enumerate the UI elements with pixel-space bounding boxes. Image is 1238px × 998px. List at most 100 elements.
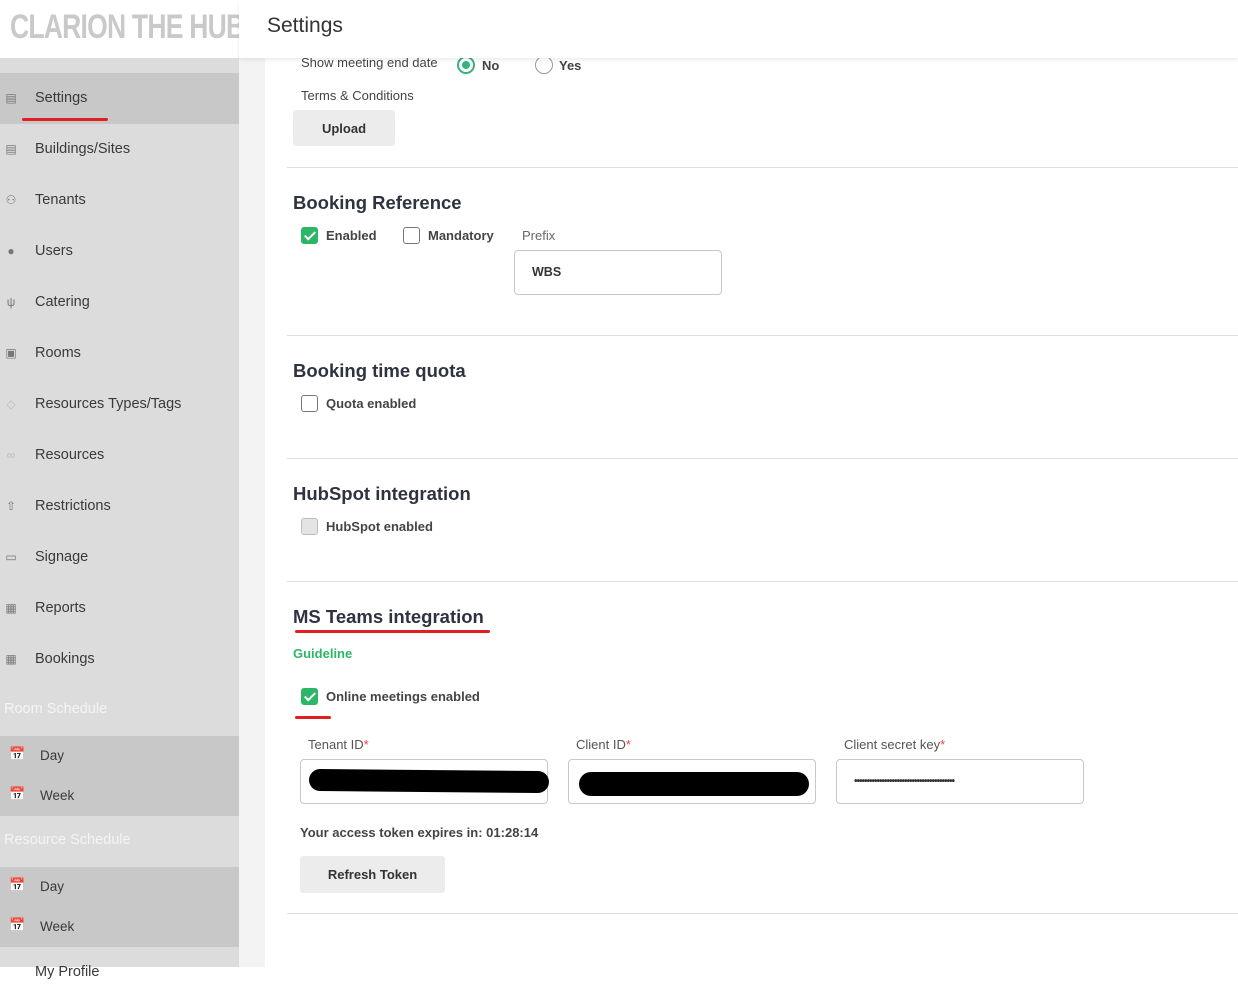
person-icon: ⚇ xyxy=(5,193,17,207)
sidebar-item-label: Restrictions xyxy=(35,498,111,514)
booking-reference-heading: Booking Reference xyxy=(293,192,462,213)
calendar-icon: 📅 xyxy=(9,877,26,892)
prefix-input[interactable]: WBS xyxy=(514,250,722,295)
online-meetings-label: Online meetings enabled xyxy=(326,689,480,704)
quota-enabled-checkbox[interactable] xyxy=(301,395,318,412)
quota-enabled-label: Quota enabled xyxy=(326,396,417,411)
sidebar-item-resources[interactable]: ∞ Resources xyxy=(0,430,239,481)
booking-reference-mandatory-label: Mandatory xyxy=(428,228,494,243)
online-meetings-checkbox[interactable] xyxy=(301,688,318,705)
sidebar-item-label: Tenants xyxy=(35,192,86,208)
booking-reference-enabled-checkbox[interactable] xyxy=(301,227,318,244)
sidebar-item-settings[interactable]: ▤ Settings xyxy=(0,73,239,124)
calendar-icon: 📅 xyxy=(9,917,26,932)
resource-schedule-group: 📅 Day 📅 Week xyxy=(0,867,239,947)
meeting-end-yes-radio[interactable] xyxy=(535,58,553,74)
room-schedule-week[interactable]: 📅 Week xyxy=(0,776,239,816)
sidebar-item-users[interactable]: ● Users xyxy=(0,226,239,277)
room-schedule-heading: Room Schedule xyxy=(4,701,108,717)
sidebar-item-label: Bookings xyxy=(35,651,95,667)
refresh-token-button[interactable]: Refresh Token xyxy=(300,856,445,893)
resource-schedule-day[interactable]: 📅 Day xyxy=(0,867,239,907)
tenant-id-input[interactable] xyxy=(300,759,550,804)
token-expiry-text: Your access token expires in: 01:28:14 xyxy=(300,825,539,840)
sidebar-item-buildings[interactable]: ▤ Buildings/Sites xyxy=(0,124,239,175)
sidebar-item-label: Users xyxy=(35,243,73,259)
room-icon: ▣ xyxy=(5,346,17,360)
redaction-mark xyxy=(579,772,809,796)
hubspot-heading: HubSpot integration xyxy=(293,483,471,504)
meeting-end-yes-label: Yes xyxy=(559,58,582,73)
building-icon: ▤ xyxy=(5,91,17,105)
section-divider xyxy=(287,335,1238,336)
sidebar-item-reports[interactable]: ▦ Reports xyxy=(0,583,239,634)
section-divider xyxy=(287,167,1238,168)
brand-logo: CLARION THE HUB xyxy=(0,0,245,58)
users-icon: ● xyxy=(7,244,15,258)
terms-label: Terms & Conditions xyxy=(301,88,414,103)
report-icon: ▦ xyxy=(5,601,17,615)
client-secret-label: Client secret key* xyxy=(844,737,946,752)
content-gutter xyxy=(239,0,265,967)
sidebar-nav: ▤ Settings ▤ Buildings/Sites ⚇ Tenants ●… xyxy=(0,73,239,998)
sidebar-item-catering[interactable]: ψ Catering xyxy=(0,277,239,328)
resource-schedule-week[interactable]: 📅 Week xyxy=(0,907,239,947)
client-id-input[interactable] xyxy=(568,759,816,804)
prefix-label: Prefix xyxy=(522,228,556,243)
top-bar: Settings xyxy=(239,0,1238,58)
section-divider xyxy=(287,458,1238,459)
tenant-id-label: Tenant ID* xyxy=(308,737,369,752)
sidebar-item-resource-types[interactable]: ◇ Resources Types/Tags xyxy=(0,379,239,430)
brand-text: CLARION THE HUB xyxy=(10,8,245,46)
meeting-end-label: Show meeting end date xyxy=(301,58,438,70)
booking-time-quota-heading: Booking time quota xyxy=(293,360,466,381)
sidebar-item-rooms[interactable]: ▣ Rooms xyxy=(0,328,239,379)
calendar-icon: 📅 xyxy=(9,786,26,801)
ms-teams-heading: MS Teams integration xyxy=(293,606,484,627)
sidebar-item-label: Resources Types/Tags xyxy=(35,396,182,412)
resource-schedule-heading: Resource Schedule xyxy=(4,832,131,848)
sidebar-item-tenants[interactable]: ⚇ Tenants xyxy=(0,175,239,226)
guideline-link[interactable]: Guideline xyxy=(293,646,352,661)
calendar-icon: 📅 xyxy=(9,746,26,761)
monitor-icon: ▭ xyxy=(5,550,17,564)
settings-content: Show meeting end date No Yes Terms & Con… xyxy=(265,58,1238,967)
sidebar-item-label: Settings xyxy=(35,90,88,106)
sidebar-item-label: Rooms xyxy=(35,345,81,361)
calendar-icon: ▦ xyxy=(5,652,17,666)
client-secret-input[interactable]: •••••••••••••••••••••••••••••••••••••••• xyxy=(836,759,1084,804)
section-divider xyxy=(287,581,1238,582)
tag-icon: ◇ xyxy=(6,397,16,411)
hubspot-enabled-checkbox[interactable] xyxy=(301,518,318,535)
annotation-underline-settings xyxy=(22,118,108,121)
sidebar-item-signage[interactable]: ▭ Signage xyxy=(0,532,239,583)
building-icon: ▤ xyxy=(5,142,17,156)
room-schedule-group: 📅 Day 📅 Week xyxy=(0,736,239,816)
meeting-end-no-radio[interactable] xyxy=(457,58,475,74)
upload-button[interactable]: Upload xyxy=(293,110,395,146)
cutlery-icon: ψ xyxy=(6,295,16,309)
sidebar-item-my-profile[interactable]: My Profile xyxy=(0,947,239,998)
meeting-end-no-label: No xyxy=(482,58,500,73)
room-schedule-day[interactable]: 📅 Day xyxy=(0,736,239,776)
sidebar: CLARION THE HUB ▤ Settings ▤ Buildings/S… xyxy=(0,0,245,980)
annotation-underline-online xyxy=(295,716,331,719)
client-id-label: Client ID* xyxy=(576,737,631,752)
page-title: Settings xyxy=(267,14,343,37)
booking-reference-enabled-label: Enabled xyxy=(326,228,377,243)
upload-icon: ⇧ xyxy=(5,499,17,513)
sidebar-item-label: Catering xyxy=(35,294,90,310)
hubspot-enabled-label: HubSpot enabled xyxy=(326,519,433,534)
sidebar-item-label: Signage xyxy=(35,549,89,565)
section-divider xyxy=(287,913,1238,914)
handshake-icon: ∞ xyxy=(6,448,16,462)
sidebar-item-bookings[interactable]: ▦ Bookings xyxy=(0,634,239,685)
annotation-underline-ms-teams xyxy=(295,630,490,633)
sidebar-item-label: Buildings/Sites xyxy=(35,141,131,157)
sidebar-item-label: My Profile xyxy=(35,964,100,980)
booking-reference-mandatory-checkbox[interactable] xyxy=(403,227,420,244)
sidebar-item-restrictions[interactable]: ⇧ Restrictions xyxy=(0,481,239,532)
sidebar-item-label: Resources xyxy=(35,447,105,463)
sidebar-item-label: Reports xyxy=(35,600,86,616)
redaction-mark xyxy=(308,768,550,794)
